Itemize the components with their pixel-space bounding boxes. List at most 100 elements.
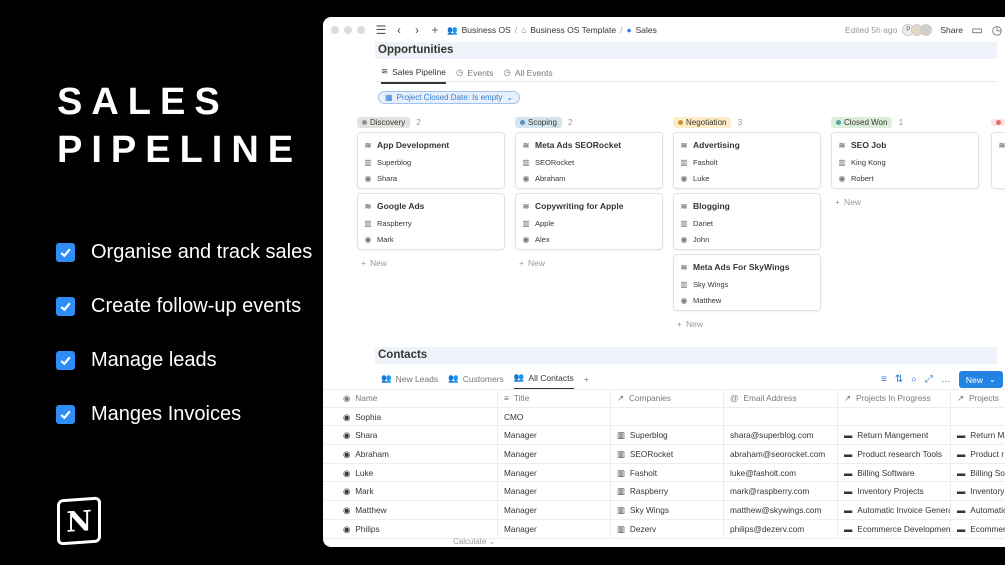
- new-card-button[interactable]: + New: [831, 193, 979, 211]
- column-header-name[interactable]: ◉ Name: [337, 390, 498, 407]
- clock-icon[interactable]: ◷: [991, 23, 1003, 37]
- cell-company[interactable]: ▥ Raspberry: [611, 482, 724, 501]
- cell-company[interactable]: ▥ Fasholt: [611, 463, 724, 482]
- close-window-button[interactable]: [331, 26, 339, 34]
- card-person: John: [693, 234, 710, 244]
- more-icon[interactable]: …: [941, 374, 951, 385]
- cell-title[interactable]: Manager: [498, 519, 611, 538]
- cell-title[interactable]: Manager: [498, 426, 611, 445]
- back-arrow-icon[interactable]: ‹: [393, 23, 405, 37]
- plus-icon[interactable]: +: [429, 23, 441, 37]
- cell-email[interactable]: abraham@seorocket.com: [724, 445, 838, 463]
- cell-name[interactable]: ◉ Abraham: [337, 445, 498, 463]
- avatar-group[interactable]: P: [902, 24, 933, 36]
- new-card-button[interactable]: + New: [357, 254, 505, 272]
- cell-name[interactable]: ◉ Luke: [337, 463, 498, 482]
- cell-projects[interactable]: ▬ Product r: [951, 445, 1005, 463]
- add-view-icon[interactable]: +: [584, 374, 589, 389]
- cell-email[interactable]: philips@dezerv.com: [724, 519, 838, 538]
- cell-title[interactable]: Manager: [498, 445, 611, 463]
- cell-email[interactable]: matthew@skywings.com: [724, 501, 838, 519]
- tab-customers[interactable]: 👥 Customers: [448, 373, 504, 389]
- table-row[interactable]: ◉ Shara Manager ▥ Superblog shara@superblo…: [323, 426, 1005, 446]
- cell-projects[interactable]: ▬ Automatic: [951, 501, 1005, 519]
- tab-all-contacts[interactable]: 👥 All Contacts: [513, 372, 574, 390]
- cell-name[interactable]: ◉ Philips: [337, 519, 498, 538]
- board-card[interactable]: ≋ App Development ▥ Superblog ◉ Shara: [357, 132, 505, 189]
- table-row[interactable]: ◉ Abraham Manager ▥ SEORocket abraham@seor…: [323, 445, 1005, 464]
- comment-icon[interactable]: ▭: [971, 23, 983, 37]
- board-card[interactable]: ≋ Blogging ▥ Dariet ◉ John: [673, 193, 821, 250]
- cell-projects-in-progress[interactable]: [838, 407, 951, 426]
- maximize-window-button[interactable]: [357, 26, 365, 34]
- cell-projects-in-progress[interactable]: ▬ Billing Software: [838, 463, 951, 482]
- cell-projects[interactable]: [951, 408, 1005, 426]
- cell-email[interactable]: mark@raspberry.com: [724, 482, 838, 501]
- cell-title[interactable]: Manager: [498, 463, 611, 482]
- column-header-email[interactable]: @ Email Address: [724, 390, 838, 407]
- share-button[interactable]: Share: [940, 25, 963, 35]
- search-icon[interactable]: ⌕: [911, 374, 917, 385]
- table-row[interactable]: ◉ Luke Manager ▥ Fasholt luke@fasholt.com …: [323, 463, 1005, 483]
- board-card[interactable]: ≋ Advertising ▥ Fasholt ◉ Luke: [673, 132, 821, 189]
- cell-projects-in-progress[interactable]: ▬ Inventory Projects: [838, 482, 951, 501]
- cell-company[interactable]: ▥ SEORocket: [611, 445, 724, 463]
- board-card[interactable]: ≋ Google Ads ▥ Raspberry ◉ Mark: [357, 193, 505, 250]
- status-tag[interactable]: Discovery: [357, 116, 411, 128]
- board-card[interactable]: ≋ SEO Job ▥ King Kong ◉ Robert: [831, 132, 979, 189]
- filter-pill[interactable]: ▦ Project Closed Date: Is empty ⌄: [378, 91, 521, 104]
- cell-projects-in-progress[interactable]: ▬ Automatic Invoice Genera: [838, 501, 951, 519]
- cell-projects[interactable]: ▬ Inventory: [951, 482, 1005, 500]
- new-button[interactable]: New ⌄: [958, 371, 1003, 388]
- status-tag[interactable]: Closed Won: [831, 116, 893, 128]
- forward-arrow-icon[interactable]: ›: [411, 23, 423, 37]
- cell-email[interactable]: shara@superblog.com: [724, 426, 838, 445]
- board-card[interactable]: ≋ Meta Ads SEORocket ▥ SEORocket ◉ Abraham: [515, 132, 663, 189]
- board-card[interactable]: ≋ Copywriting for Apple ▥ Apple ◉ Alex: [515, 193, 663, 250]
- new-card-button[interactable]: + New: [515, 254, 663, 272]
- cell-projects-in-progress[interactable]: ▬ Ecommerce Development: [838, 519, 951, 538]
- column-header-projects[interactable]: ↗ Projects: [951, 390, 1005, 407]
- breadcrumb-business-os[interactable]: Business OS: [462, 25, 511, 35]
- menu-icon[interactable]: ☰: [375, 23, 387, 37]
- table-row[interactable]: ◉ Philips Manager ▥ Dezerv philips@dezerv.…: [323, 519, 1005, 539]
- cell-projects[interactable]: ▬ Billing Sof: [951, 464, 1005, 482]
- expand-icon[interactable]: ⤢: [925, 374, 933, 385]
- cell-name[interactable]: ◉ Mark: [337, 482, 498, 501]
- column-header-title[interactable]: ≡ Title: [498, 390, 611, 407]
- table-row[interactable]: ◉ Sophia CMO: [323, 407, 1005, 427]
- cell-projects-in-progress[interactable]: ▬ Return Mangement: [838, 426, 951, 445]
- cell-company[interactable]: ▥ Superblog: [611, 426, 724, 445]
- breadcrumb-template[interactable]: Business OS Template: [530, 25, 616, 35]
- cell-title[interactable]: Manager: [498, 501, 611, 519]
- status-tag[interactable]: [991, 118, 1005, 126]
- status-tag[interactable]: Scoping: [515, 116, 562, 128]
- new-card-button[interactable]: + New: [673, 315, 821, 333]
- tab-new-leads[interactable]: 👥 New Leads: [381, 373, 438, 389]
- status-tag[interactable]: Negotiation: [673, 116, 732, 128]
- cell-title[interactable]: CMO: [498, 407, 611, 426]
- cell-projects[interactable]: ▬ Return Ma: [951, 426, 1005, 444]
- cell-name[interactable]: ◉ Shara: [337, 426, 498, 445]
- table-row[interactable]: ◉ Matthew Manager ▥ Sky Wings matthew@skyw…: [323, 501, 1005, 520]
- cell-title[interactable]: Manager: [498, 482, 611, 501]
- cell-email[interactable]: [724, 407, 838, 426]
- board-card[interactable]: ≋ Meta Ads For SkyWings ▥ Sky Wings ◉ Matth…: [673, 254, 821, 311]
- cell-company[interactable]: ▥ Sky Wings: [611, 501, 724, 519]
- minimize-window-button[interactable]: [344, 26, 352, 34]
- cell-name[interactable]: ◉ Matthew: [337, 501, 498, 519]
- cell-company[interactable]: ▥ Dezerv: [611, 519, 724, 538]
- cell-email[interactable]: luke@fasholt.com: [724, 463, 838, 482]
- column-header-companies[interactable]: ↗ Companies: [611, 390, 724, 407]
- cell-projects-in-progress[interactable]: ▬ Product research Tools: [838, 445, 951, 463]
- cell-projects[interactable]: ▬ Ecommerc: [951, 520, 1005, 538]
- table-row[interactable]: ◉ Mark Manager ▥ Raspberry mark@raspberry.…: [323, 482, 1005, 502]
- sort-icon[interactable]: ⇅: [895, 374, 903, 385]
- calculate-button[interactable]: Calculate ⌄: [453, 537, 495, 546]
- cell-company[interactable]: [611, 407, 724, 426]
- board-card[interactable]: ≋: [991, 132, 1005, 189]
- breadcrumb-sales[interactable]: Sales: [636, 25, 657, 35]
- filter-icon[interactable]: ≡: [881, 374, 887, 385]
- column-header-projects-in-progress[interactable]: ↗ Projects In Progress: [838, 390, 951, 407]
- cell-name[interactable]: ◉ Sophia: [337, 407, 498, 426]
